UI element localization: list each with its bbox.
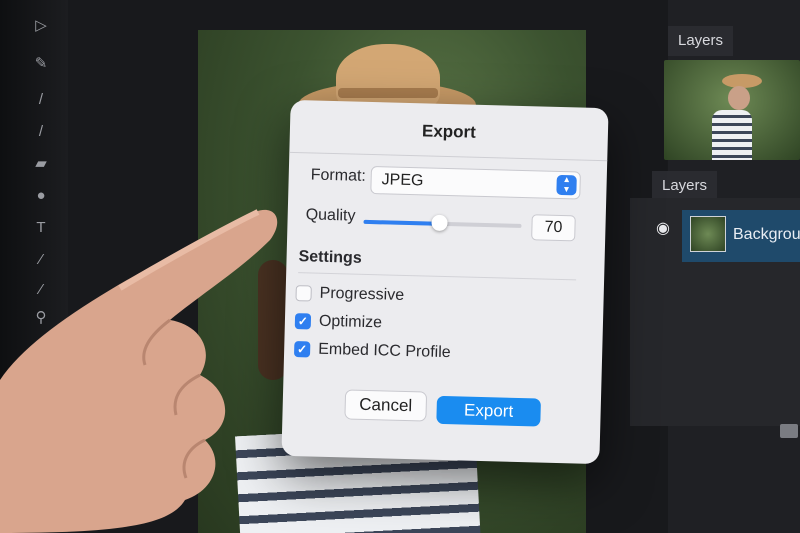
- export-dialog: Export Format: JPEG ▴ ▾ Quality 70 Settin…: [281, 99, 609, 465]
- tab-layers-top[interactable]: Layers: [668, 26, 734, 56]
- dialog-title: Export: [421, 121, 477, 142]
- photo-hat-band: [338, 88, 438, 98]
- option-embed-icc[interactable]: ✓ Embed ICC Profile: [293, 338, 451, 364]
- export-button[interactable]: Export: [436, 395, 541, 427]
- quality-input[interactable]: 70: [531, 214, 576, 242]
- eraser-icon[interactable]: ▰: [30, 152, 52, 174]
- settings-heading: Settings: [298, 248, 362, 267]
- option-progressive[interactable]: Progressive: [295, 282, 404, 307]
- navigator-thumbnail: [664, 60, 800, 160]
- cancel-button[interactable]: Cancel: [344, 389, 428, 422]
- format-select[interactable]: JPEG ▴ ▾: [370, 166, 581, 200]
- progressive-label: Progressive: [319, 284, 405, 304]
- eye-icon[interactable]: ◉: [656, 221, 676, 237]
- optimize-label: Optimize: [318, 312, 383, 332]
- format-value: JPEG: [381, 171, 424, 190]
- quality-slider[interactable]: [363, 214, 522, 232]
- folder-icon[interactable]: [780, 424, 798, 438]
- pencil-icon[interactable]: /: [30, 88, 52, 110]
- format-label: Format:: [310, 166, 367, 185]
- editor-window: ▷ ✎ / / ▰ ● T ⁄ ⁄ ⚲ Layers Layers ◉ Back…: [0, 0, 800, 533]
- quality-slider-knob[interactable]: [431, 214, 448, 232]
- embed-icc-label: Embed ICC Profile: [317, 340, 451, 362]
- quality-slider-fill: [363, 219, 440, 226]
- chevron-updown-icon[interactable]: ▴ ▾: [556, 174, 577, 196]
- pointing-hand: [0, 209, 278, 533]
- settings-divider: [298, 272, 577, 281]
- tab-layers[interactable]: Layers: [652, 171, 718, 201]
- title-divider: [289, 151, 608, 162]
- hand-shape: [0, 209, 278, 533]
- clone-icon[interactable]: /: [30, 120, 52, 142]
- thumb-shirt: [712, 110, 752, 160]
- layer-thumbnail: [690, 216, 726, 252]
- pen-tool-icon[interactable]: ▷: [30, 14, 52, 36]
- quality-label: Quality: [305, 206, 356, 225]
- layer-name: Background: [733, 226, 800, 243]
- option-optimize[interactable]: ✓ Optimize: [294, 310, 383, 334]
- brush-icon[interactable]: ✎: [30, 52, 52, 74]
- thumb-face: [728, 86, 750, 110]
